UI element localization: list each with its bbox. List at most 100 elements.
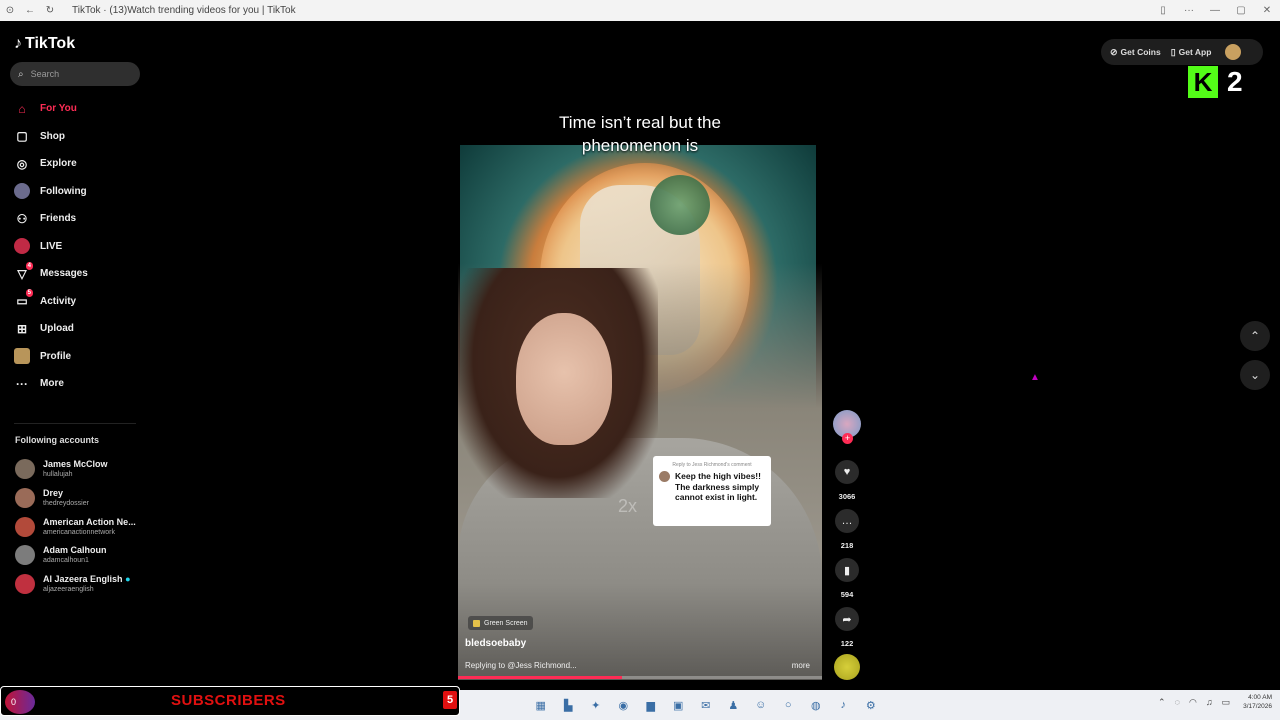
- copilot-icon[interactable]: ✦: [582, 697, 610, 713]
- save-button[interactable]: ▮: [835, 558, 859, 582]
- reply-card-header: Reply to Jess Richmond's comment: [672, 462, 752, 468]
- account-handle: americanactionnetwork: [43, 528, 115, 536]
- inbox-icon: ▭ 5: [16, 289, 33, 309]
- comment-count: 218: [840, 541, 854, 550]
- sidebar: ♪ TikTok ⌕ Search ⌂ For You ▢ Shop ◎ Exp…: [0, 21, 150, 686]
- account-name: Drey: [43, 488, 64, 499]
- overlay-avatar: 0: [5, 690, 35, 714]
- get-app-label: Get App: [1178, 47, 1212, 57]
- account-name: Al Jazeera English ●: [43, 574, 131, 585]
- teams-icon[interactable]: ♟: [720, 697, 748, 713]
- avatar: [15, 488, 35, 509]
- tray-app-icon[interactable]: ◌: [1175, 697, 1180, 707]
- tray-chevron-icon[interactable]: ⌃: [1158, 697, 1166, 708]
- discord-icon[interactable]: ☺: [747, 697, 775, 713]
- task-view-icon[interactable]: ▦: [527, 697, 555, 713]
- nav-label: Explore: [40, 158, 77, 170]
- follow-plus-icon[interactable]: +: [842, 433, 853, 444]
- nav-label: Messages: [40, 268, 88, 280]
- video-progress-bar[interactable]: [458, 676, 822, 679]
- share-button[interactable]: ➦: [835, 607, 859, 631]
- profile-avatar[interactable]: [1225, 44, 1242, 60]
- caption-line-1: Time isn’t real but the: [559, 113, 721, 132]
- nav-item-explore[interactable]: ◎ Explore: [14, 150, 144, 178]
- nav-label: Friends: [40, 213, 77, 225]
- account-item[interactable]: Adam Calhoun adamcalhoun1: [15, 541, 136, 570]
- creator-face: [516, 313, 612, 445]
- tab-title: TikTok · (13)Watch trending videos for y…: [72, 5, 296, 16]
- tiktok-taskbar-icon[interactable]: ♪: [830, 697, 858, 713]
- nav-item-following[interactable]: Following: [14, 178, 144, 206]
- sidebar-nav: ⌂ For You ▢ Shop ◎ Explore Following ⚇ F…: [14, 95, 144, 398]
- account-item[interactable]: James McClow hullalujah: [15, 455, 136, 484]
- browser-menu-icon[interactable]: ···: [1176, 5, 1202, 16]
- account-handle: adamcalhoun1: [43, 557, 89, 565]
- edge-icon[interactable]: ◉: [610, 697, 638, 713]
- subscribers-overlay: 0 SUBSCRIBERS 5: [0, 686, 460, 716]
- minimize-button[interactable]: —: [1202, 5, 1228, 16]
- opera-icon[interactable]: ○: [775, 697, 803, 713]
- get-app-button[interactable]: ▯ Get App: [1171, 47, 1212, 58]
- kick-logo: K: [1188, 66, 1218, 98]
- effect-tag[interactable]: Green Screen: [468, 616, 533, 630]
- nav-label: Shop: [40, 130, 65, 142]
- taskbar-clock[interactable]: 4:00 AM 3/17/2026: [1243, 693, 1272, 711]
- logo-text: TikTok: [25, 35, 76, 52]
- video-player[interactable]: Time isn’t real but the phenomenon is 2x…: [458, 38, 822, 680]
- get-coins-button[interactable]: ⊘ Get Coins: [1110, 47, 1161, 58]
- nav-item-messages[interactable]: ▽ 4 Messages: [14, 260, 144, 288]
- store-icon[interactable]: ▣: [665, 697, 693, 713]
- creator-username[interactable]: bledsoebaby: [465, 638, 526, 649]
- account-handle: thedreydossier: [43, 500, 89, 508]
- search-input[interactable]: ⌕ Search: [10, 62, 140, 86]
- close-button[interactable]: ✕: [1254, 5, 1280, 16]
- video-caption: Time isn’t real but the phenomenon is: [458, 111, 822, 157]
- like-count: 3066: [838, 492, 856, 501]
- nav-item-profile[interactable]: Profile: [14, 343, 144, 371]
- nav-item-more[interactable]: ··· More: [14, 370, 144, 398]
- chevron-down-icon: ⌄: [1249, 368, 1261, 382]
- outlook-icon[interactable]: ✉: [692, 697, 720, 713]
- shopping-bag-icon: ▢: [16, 129, 28, 144]
- account-item[interactable]: American Action Ne... americanactionnetwo…: [15, 512, 136, 541]
- save-count: 594: [840, 590, 854, 599]
- back-icon[interactable]: ←: [20, 5, 40, 16]
- music-disc-icon[interactable]: [834, 654, 860, 680]
- comment-button[interactable]: …: [835, 509, 859, 533]
- following-avatar-icon: [14, 183, 30, 200]
- search-icon: ⌕: [18, 68, 24, 80]
- account-item[interactable]: Al Jazeera English ● aljazeeraenglish: [15, 570, 136, 599]
- upload-plus-icon: ⊞: [16, 321, 28, 336]
- account-handle: hullalujah: [43, 471, 73, 479]
- nav-item-friends[interactable]: ⚇ Friends: [14, 205, 144, 233]
- taskbar-apps: ▦ ▙ ✦ ◉ ▆ ▣ ✉ ♟ ☺ ○ ◍ ♪ ⚙: [527, 697, 885, 713]
- reload-icon[interactable]: ↻: [40, 5, 60, 16]
- tiktok-logo[interactable]: ♪ TikTok: [14, 35, 75, 53]
- settings-icon[interactable]: ⚙: [857, 697, 885, 713]
- volume-icon[interactable]: ♫: [1206, 697, 1213, 707]
- nav-item-upload[interactable]: ⊞ Upload: [14, 315, 144, 343]
- nav-item-shop[interactable]: ▢ Shop: [14, 123, 144, 151]
- terminal-icon[interactable]: ▙: [555, 697, 583, 713]
- wifi-icon[interactable]: ◠: [1189, 697, 1197, 708]
- previous-video-button[interactable]: ⌃: [1240, 321, 1270, 351]
- friends-icon: ⚇: [16, 211, 28, 226]
- clock-date: 3/17/2026: [1243, 703, 1272, 710]
- verified-badge-icon: ●: [125, 574, 131, 585]
- nav-item-activity[interactable]: ▭ 5 Activity: [14, 288, 144, 316]
- maximize-button[interactable]: ▢: [1228, 5, 1254, 16]
- account-item[interactable]: Drey thedreydossier: [15, 484, 136, 513]
- video-description: Replying to @Jess Richmond...: [465, 661, 577, 670]
- file-explorer-icon[interactable]: ▆: [637, 697, 665, 713]
- heart-icon: ♥: [843, 466, 851, 478]
- profile-avatar-icon: [14, 348, 30, 365]
- window-controls: ▯ ··· — ▢ ✕: [1150, 0, 1280, 21]
- more-link[interactable]: more: [792, 661, 810, 670]
- nav-item-live[interactable]: LIVE: [14, 233, 144, 261]
- like-button[interactable]: ♥: [835, 460, 859, 484]
- obs-icon[interactable]: ◍: [802, 697, 830, 713]
- next-video-button[interactable]: ⌄: [1240, 360, 1270, 390]
- nav-item-for-you[interactable]: ⌂ For You: [14, 95, 144, 123]
- sidebar-toggle-icon[interactable]: ▯: [1150, 5, 1176, 16]
- battery-icon[interactable]: ▭: [1222, 697, 1231, 708]
